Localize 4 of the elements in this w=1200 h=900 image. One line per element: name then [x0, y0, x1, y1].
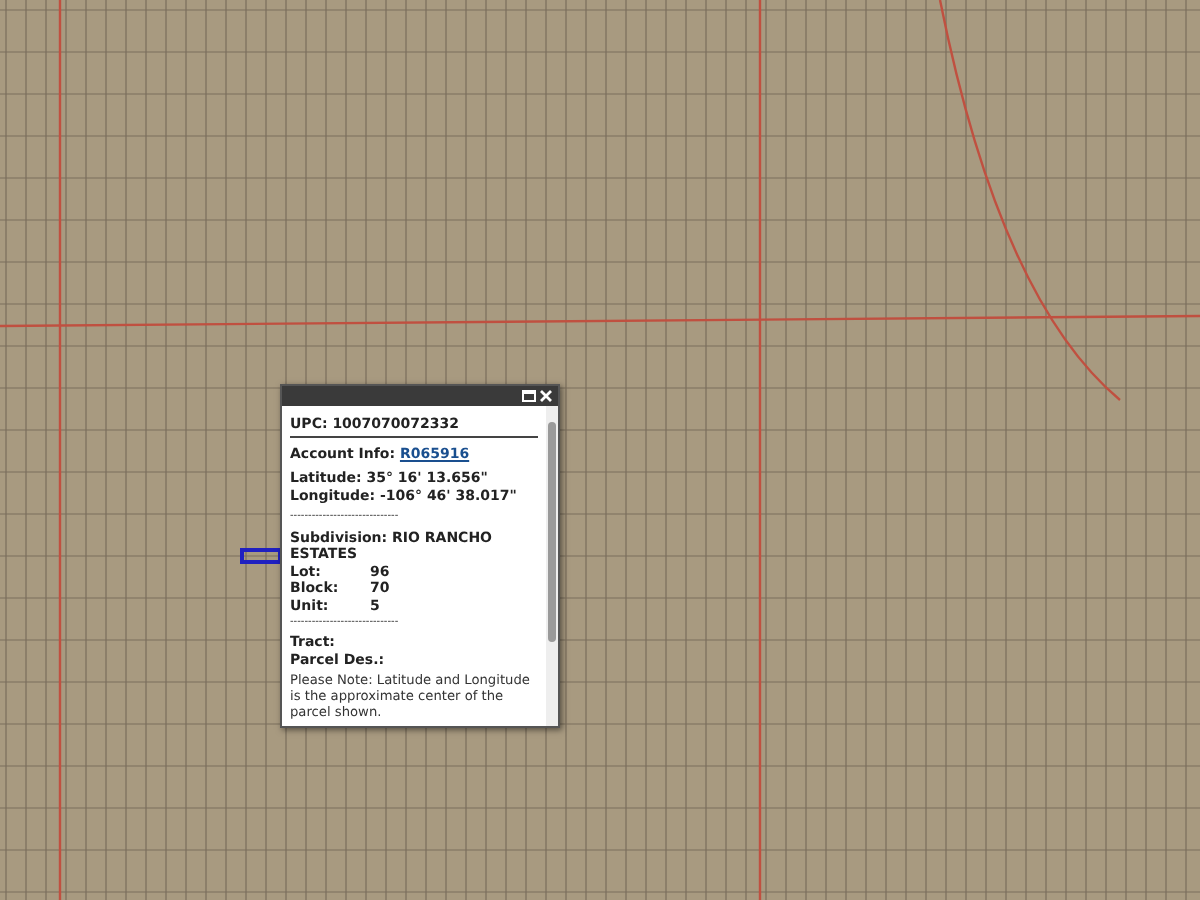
- scrollbar[interactable]: [546, 406, 558, 726]
- map-drawing[interactable]: [0, 0, 1200, 900]
- maximize-icon[interactable]: [522, 390, 536, 402]
- close-icon[interactable]: [540, 390, 552, 402]
